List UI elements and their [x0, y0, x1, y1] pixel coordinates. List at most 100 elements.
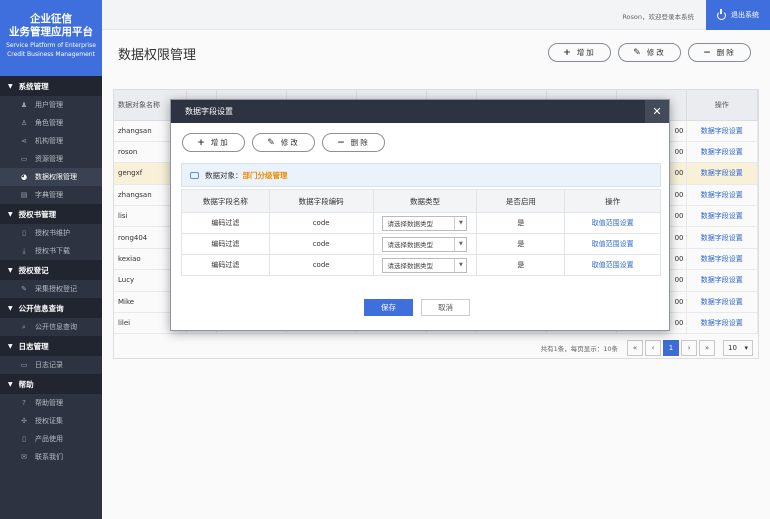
sidebar-item-label: 授权证集 — [35, 417, 63, 425]
sidebar-item-label: 机构管理 — [35, 137, 63, 145]
plus-icon: + — [197, 137, 205, 148]
data-object-notice: 数据对象： 部门分级管理 — [181, 163, 661, 187]
data-object-value: 部门分级管理 — [242, 170, 288, 180]
sidebar-item[interactable]: ▤ 字典管理 — [0, 186, 102, 204]
field-name-cell: 编码过滤 — [181, 212, 270, 234]
data-type-select[interactable]: 请选择数据类型 ▼ — [382, 257, 468, 273]
field-enabled-cell: 是 — [476, 233, 566, 255]
sidebar-section[interactable]: ▼ 帮助 — [0, 374, 102, 394]
log-icon: ▭ — [20, 361, 28, 369]
sidebar-item[interactable]: ▭ 日志记录 — [0, 356, 102, 374]
help-icon: ? — [22, 399, 26, 407]
dialog-add-button[interactable]: + 增加 — [182, 133, 245, 152]
field-row: 编码过滤 code 请选择数据类型 ▼ 是 取值范围设置 — [181, 212, 661, 234]
logout-label: 退出系统 — [731, 11, 759, 19]
sidebar-item-label: 联系我们 — [35, 453, 63, 461]
power-icon — [717, 8, 726, 20]
logout-button[interactable]: 退出系统 — [706, 0, 770, 30]
sidebar-section-label: 日志管理 — [18, 341, 49, 351]
data-type-placeholder: 请选择数据类型 — [387, 220, 433, 228]
sidebar-section[interactable]: ▼ 日志管理 — [0, 336, 102, 356]
sidebar-item[interactable]: ▭ 资源管理 — [0, 150, 102, 168]
user-icon: ♟ — [20, 101, 28, 109]
minus-icon: − — [337, 137, 345, 148]
field-code-cell: code — [268, 212, 374, 234]
field-code-cell: code — [268, 254, 374, 276]
dialog-title: 数据字段设置 — [185, 107, 233, 116]
role-icon: ♙ — [20, 119, 28, 127]
caret-down-icon: ▼ — [8, 304, 13, 312]
dialog-edit-button[interactable]: ✎ 修改 — [252, 133, 315, 152]
field-code-cell: code — [268, 233, 374, 255]
sidebar-item-label: 帮助管理 — [35, 399, 63, 407]
message-icon — [190, 171, 199, 179]
data-type-select[interactable]: 请选择数据类型 ▼ — [382, 236, 468, 252]
field-table-header: 数据字段名称 数据字段编码 数据类型 是否启用 操作 — [181, 189, 661, 213]
chevron-down-icon: ▼ — [454, 237, 466, 251]
field-type-cell: 请选择数据类型 ▼ — [372, 233, 478, 255]
sidebar-section[interactable]: ▼ 授权登记 — [0, 260, 102, 280]
sidebar-item[interactable]: ✎ 采集授权登记 — [0, 280, 102, 298]
search-icon: ⌕ — [22, 322, 26, 331]
data-type-placeholder: 请选择数据类型 — [387, 262, 433, 270]
field-row: 编码过滤 code 请选择数据类型 ▼ 是 取值范围设置 — [181, 254, 661, 276]
certificate-icon: ✣ — [21, 417, 27, 425]
sidebar-item[interactable]: ✉ 联系我们 — [0, 448, 102, 466]
sidebar: 企业征信 业务管理应用平台 Service Platform of Enterp… — [0, 0, 102, 519]
dialog-delete-button[interactable]: − 删除 — [322, 133, 385, 152]
sidebar-section-label: 授权书管理 — [18, 209, 57, 219]
value-range-link[interactable]: 取值范围设置 — [592, 240, 634, 248]
sidebar-item[interactable]: ✣ 授权证集 — [0, 412, 102, 430]
dialog-add-label: 增加 — [210, 138, 230, 147]
sidebar-item[interactable]: ▯ 授权书维护 — [0, 224, 102, 242]
field-type-cell: 请选择数据类型 ▼ — [372, 212, 478, 234]
data-permission-icon: ◕ — [20, 173, 28, 181]
field-column-header: 数据类型 — [372, 189, 478, 213]
field-type-cell: 请选择数据类型 ▼ — [372, 254, 478, 276]
caret-down-icon: ▼ — [8, 266, 13, 274]
caret-down-icon: ▼ — [8, 82, 13, 90]
app-title-line1: 企业征信 — [30, 13, 72, 25]
save-button[interactable]: 保存 — [364, 299, 413, 316]
value-range-link[interactable]: 取值范围设置 — [592, 219, 634, 227]
sidebar-section[interactable]: ▼ 公开信息查询 — [0, 298, 102, 318]
field-enabled-cell: 是 — [476, 212, 566, 234]
sidebar-item[interactable]: ⋖ 机构管理 — [0, 132, 102, 150]
sidebar-item[interactable]: ▯ 产品使用 — [0, 430, 102, 448]
cancel-button[interactable]: 取消 — [421, 299, 470, 316]
dialog-header: 数据字段设置 ✕ — [171, 100, 669, 123]
pen-icon: ✎ — [21, 285, 27, 293]
sidebar-section[interactable]: ▼ 授权书管理 — [0, 204, 102, 224]
sidebar-item-label: 角色管理 — [35, 119, 63, 127]
top-bar: Roson，欢迎登录本系统 退出系统 — [102, 0, 770, 30]
org-icon: ⋖ — [21, 137, 27, 145]
app-subtitle: Service Platform of Enterprise Credit Bu… — [0, 41, 102, 59]
sidebar-item-label: 用户管理 — [35, 101, 63, 109]
sidebar-section[interactable]: ▼ 系统管理 — [0, 76, 102, 96]
field-column-header: 数据字段名称 — [181, 189, 270, 213]
download-icon: ⤓ — [22, 246, 26, 255]
data-object-label: 数据对象： — [205, 170, 243, 180]
sidebar-item[interactable]: ♟ 用户管理 — [0, 96, 102, 114]
sidebar-section-label: 授权登记 — [18, 265, 49, 275]
sidebar-item[interactable]: ⌕ 公开信息查询 — [0, 318, 102, 336]
dialog-edit-label: 修改 — [280, 138, 300, 147]
field-name-cell: 编码过滤 — [181, 254, 270, 276]
data-type-placeholder: 请选择数据类型 — [387, 241, 433, 249]
field-action-cell: 取值范围设置 — [564, 233, 661, 255]
sidebar-item[interactable]: ◕ 数据权限管理 — [0, 168, 102, 186]
sidebar-item[interactable]: ♙ 角色管理 — [0, 114, 102, 132]
field-enabled-cell: 是 — [476, 254, 566, 276]
value-range-link[interactable]: 取值范围设置 — [592, 261, 634, 269]
caret-down-icon: ▼ — [8, 210, 13, 218]
sidebar-item-label: 日志记录 — [35, 361, 63, 369]
app-subtitle-line2: Credit Business Management — [7, 51, 95, 58]
caret-down-icon: ▼ — [8, 342, 13, 350]
sidebar-item[interactable]: ⤓ 授权书下载 — [0, 242, 102, 260]
sidebar-nav: ▼ 系统管理 ♟ 用户管理 ♙ 角色管理 ⋖ 机构管理 ▭ 资源管理 ◕ 数据权限管理 ▤ 字典管理 ▼ 授权… — [0, 76, 102, 466]
data-type-select[interactable]: 请选择数据类型 ▼ — [382, 215, 468, 231]
dialog-delete-label: 删除 — [350, 138, 370, 147]
sidebar-item-label: 采集授权登记 — [35, 285, 77, 293]
close-icon[interactable]: ✕ — [645, 100, 669, 123]
sidebar-item[interactable]: ? 帮助管理 — [0, 394, 102, 412]
